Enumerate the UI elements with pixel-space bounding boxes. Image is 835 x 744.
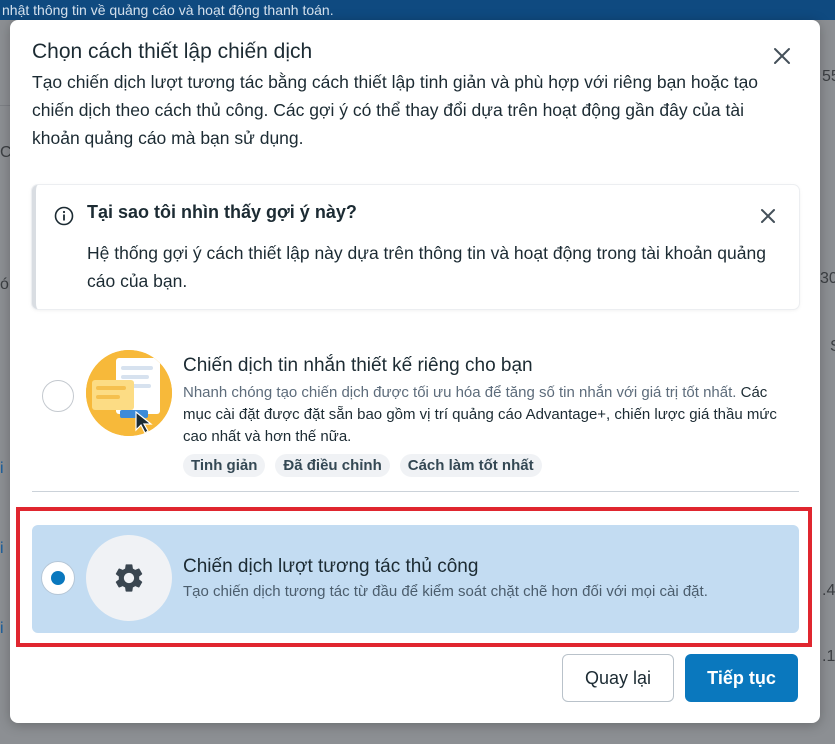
option-manual-engagement-campaign[interactable]: Chiến dịch lượt tương tác thủ công Tạo c… xyxy=(32,525,799,633)
background-link: i xyxy=(0,620,4,637)
tag-streamlined: Tinh giản xyxy=(183,454,266,477)
gear-icon xyxy=(115,564,143,592)
background-fragment: 55 xyxy=(822,68,835,85)
close-icon xyxy=(774,48,790,64)
background-fragment: .1 xyxy=(822,648,835,665)
radio-button-unselected[interactable] xyxy=(42,380,74,412)
continue-button[interactable]: Tiếp tục xyxy=(685,654,798,702)
background-banner: nhật thông tin về quảng cáo và hoạt động… xyxy=(0,0,835,20)
option-description-muted: Nhanh chóng tạo chiến dịch được tối ưu h… xyxy=(183,384,737,401)
dismiss-info-button[interactable] xyxy=(754,202,782,230)
background-fragment: 30 xyxy=(820,270,835,287)
suggestion-info-banner: Tại sao tôi nhìn thấy gợi ý này? Hệ thốn… xyxy=(32,185,799,309)
background-fragment: S xyxy=(830,338,835,356)
background-divider xyxy=(0,105,10,106)
option-tags: Tinh giản Đã điều chỉnh Cách làm tốt nhấ… xyxy=(183,454,542,477)
option-tailored-messages-campaign[interactable]: Chiến dịch tin nhắn thiết kế riêng cho b… xyxy=(32,320,799,480)
campaign-illustration xyxy=(86,350,172,436)
tag-adjusted: Đã điều chỉnh xyxy=(275,454,390,477)
background-link: i xyxy=(0,540,4,557)
info-banner-body: Hệ thống gợi ý cách thiết lập này dựa tr… xyxy=(87,243,766,291)
radio-button-selected[interactable] xyxy=(42,562,74,594)
options-divider xyxy=(32,491,799,492)
background-fragment: .4 xyxy=(822,582,835,599)
tag-best-practice: Cách làm tốt nhất xyxy=(399,454,542,477)
campaign-setup-dialog: Chọn cách thiết lập chiến dịch Tạo chiến… xyxy=(10,20,820,723)
close-dialog-button[interactable] xyxy=(766,40,798,72)
close-icon xyxy=(761,209,775,223)
option-description: Tạo chiến dịch tương tác từ đầu để kiểm … xyxy=(183,583,708,600)
background-link: i xyxy=(0,460,4,477)
info-banner-title: Tại sao tôi nhìn thấy gợi ý này? xyxy=(87,202,357,222)
background-fragment: ó xyxy=(0,276,9,293)
dialog-title: Chọn cách thiết lập chiến dịch xyxy=(32,40,313,63)
dialog-description: Tạo chiến dịch lượt tương tác bằng cách … xyxy=(32,72,759,148)
back-button[interactable]: Quay lại xyxy=(562,654,674,702)
gear-icon-container xyxy=(86,535,172,621)
option-title: Chiến dịch lượt tương tác thủ công xyxy=(183,556,479,577)
background-banner-text: nhật thông tin về quảng cáo và hoạt động… xyxy=(2,2,334,18)
info-icon xyxy=(54,206,74,226)
option-title: Chiến dịch tin nhắn thiết kế riêng cho b… xyxy=(183,355,533,376)
option-description: Nhanh chóng tạo chiến dịch được tối ưu h… xyxy=(183,382,795,448)
